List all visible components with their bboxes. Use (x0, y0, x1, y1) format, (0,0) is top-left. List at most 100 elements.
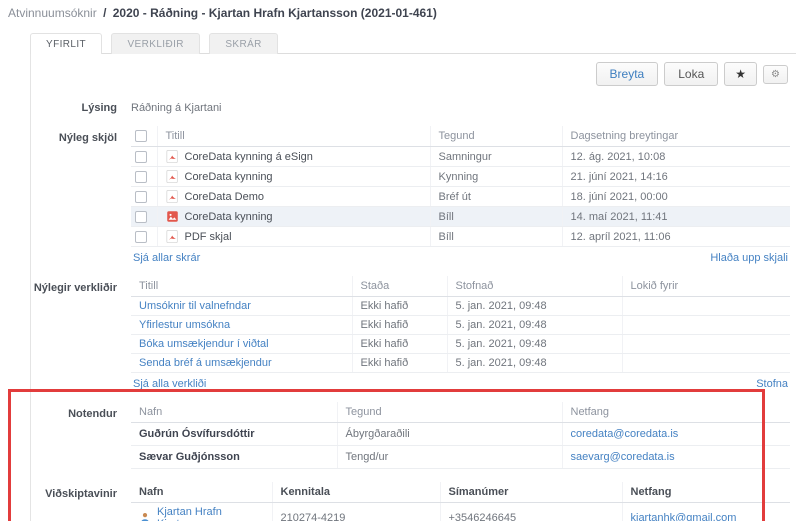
document-type: Samningur (430, 147, 562, 167)
clients-label: Viðskiptavinir (31, 482, 131, 521)
see-all-tasks-link[interactable]: Sjá alla verkliði (133, 378, 206, 390)
document-title: PDF skjal (185, 231, 232, 243)
task-status: Ekki hafið (352, 297, 447, 316)
pdf-file-icon (166, 150, 179, 163)
tasks-label: Nýlegir verkliðir (31, 276, 131, 390)
task-due (622, 316, 790, 335)
upload-file-link[interactable]: Hlaða upp skjali (710, 252, 788, 264)
document-date: 12. ág. 2021, 10:08 (562, 147, 790, 167)
documents-header-type: Tegund (430, 126, 562, 147)
main-panel: Breyta Loka ★ ⚙ Lýsing Ráðning á Kjartan… (30, 53, 796, 521)
document-checkbox[interactable] (135, 211, 147, 223)
user-name: Guðrún Ósvífursdóttir (131, 423, 337, 446)
users-section: Notendur Nafn Tegund Netfang Guðrún Ósví… (31, 402, 796, 469)
clients-section: Viðskiptavinir Nafn Kennitala Símanúmer … (31, 482, 796, 521)
user-type: Tengd/ur (337, 446, 562, 469)
tasks-section: Nýlegir verkliðir Titill Staða Stofnað L… (31, 276, 796, 390)
clients-header-name: Nafn (131, 482, 272, 503)
documents-header-title: Titill (157, 126, 430, 147)
tab-verklidir[interactable]: VERKLIÐIR (111, 33, 199, 54)
client-email-link[interactable]: kjartanhk@gmail.com (631, 512, 737, 521)
document-row: CoreData kynning á eSign Samningur 12. á… (131, 147, 790, 167)
user-email-link[interactable]: coredata@coredata.is (571, 428, 679, 440)
task-due (622, 354, 790, 373)
document-checkbox[interactable] (135, 151, 147, 163)
documents-table: Titill Tegund Dagsetning breytingar Core… (131, 126, 790, 247)
user-name: Sævar Guðjónsson (131, 446, 337, 469)
create-task-link[interactable]: Stofna (756, 378, 788, 390)
user-type: Ábyrgðaraðili (337, 423, 562, 446)
users-header-email: Netfang (562, 402, 790, 423)
clients-header-email: Netfang (622, 482, 790, 503)
task-title-link[interactable]: Umsóknir til valnefndar (139, 300, 251, 312)
edit-button[interactable]: Breyta (596, 62, 659, 86)
documents-select-all-checkbox[interactable] (135, 130, 147, 142)
tasks-header-created: Stofnað (447, 276, 622, 297)
user-email-link[interactable]: saevarg@coredata.is (571, 451, 675, 463)
users-table: Nafn Tegund Netfang Guðrún Ósvífursdótti… (131, 402, 790, 469)
task-row: Umsóknir til valnefndar Ekki hafið 5. ja… (131, 297, 790, 316)
clients-header-ssn: Kennitala (272, 482, 440, 503)
task-status: Ekki hafið (352, 354, 447, 373)
users-header-type: Tegund (337, 402, 562, 423)
image-file-icon (166, 210, 179, 223)
document-row: PDF skjal Bíll 12. apríl 2021, 11:06 (131, 227, 790, 247)
star-icon: ★ (735, 67, 746, 81)
clients-table: Nafn Kennitala Símanúmer Netfang Kjartan… (131, 482, 790, 521)
annotated-zone: Notendur Nafn Tegund Netfang Guðrún Ósví… (31, 402, 796, 521)
task-due (622, 335, 790, 354)
task-row: Senda bréf á umsækjendur Ekki hafið 5. j… (131, 354, 790, 373)
task-title-link[interactable]: Yfirlestur umsókna (139, 319, 230, 331)
document-title: CoreData kynning á eSign (185, 151, 313, 163)
close-button[interactable]: Loka (664, 62, 718, 86)
tasks-header-due: Lokið fyrir (622, 276, 790, 297)
client-name-link[interactable]: Kjartan Hrafn Kjartansson (157, 506, 264, 521)
document-date: 18. júní 2021, 00:00 (562, 187, 790, 207)
favorite-star-button[interactable]: ★ (724, 62, 757, 86)
document-checkbox[interactable] (135, 231, 147, 243)
users-header-name: Nafn (131, 402, 337, 423)
tasks-header-title: Titill (131, 276, 352, 297)
task-created: 5. jan. 2021, 09:48 (447, 354, 622, 373)
document-checkbox[interactable] (135, 191, 147, 203)
tab-bar: YFIRLIT VERKLIÐIR SKRÁR (30, 32, 796, 53)
user-row: Guðrún Ósvífursdóttir Ábyrgðaraðili core… (131, 423, 790, 446)
client-row: Kjartan Hrafn Kjartansson 210274-4219 +3… (131, 503, 790, 521)
client-ssn: 210274-4219 (272, 503, 440, 521)
tab-yfirlit[interactable]: YFIRLIT (30, 33, 102, 54)
document-type: Bíll (430, 207, 562, 227)
document-date: 12. apríl 2021, 11:06 (562, 227, 790, 247)
page-title: 2020 - Ráðning - Kjartan Hrafn Kjartanss… (113, 6, 437, 20)
gear-icon: ⚙ (771, 69, 780, 80)
document-type: Bréf út (430, 187, 562, 207)
document-row-selected: CoreData kynning Bíll 14. maí 2021, 11:4… (131, 207, 790, 227)
task-title-link[interactable]: Senda bréf á umsækjendur (139, 357, 272, 369)
task-created: 5. jan. 2021, 09:48 (447, 297, 622, 316)
breadcrumb-root-link[interactable]: Atvinnuumsóknir (8, 6, 97, 20)
documents-label: Nýleg skjöl (31, 126, 131, 264)
client-phone: +3546246645 (440, 503, 622, 521)
documents-section: Nýleg skjöl Titill Tegund Dagsetning bre… (31, 126, 796, 264)
clients-header-phone: Símanúmer (440, 482, 622, 503)
users-label: Notendur (31, 402, 131, 469)
pdf-file-icon (166, 170, 179, 183)
description-label: Lýsing (31, 96, 131, 114)
document-title: CoreData kynning (185, 211, 273, 223)
task-status: Ekki hafið (352, 335, 447, 354)
document-title: CoreData kynning (185, 171, 273, 183)
pdf-file-icon (166, 190, 179, 203)
task-row: Yfirlestur umsókna Ekki hafið 5. jan. 20… (131, 316, 790, 335)
document-date: 14. maí 2021, 11:41 (562, 207, 790, 227)
person-icon (139, 512, 151, 521)
task-status: Ekki hafið (352, 316, 447, 335)
task-title-link[interactable]: Bóka umsækjendur í viðtal (139, 338, 269, 350)
document-checkbox[interactable] (135, 171, 147, 183)
settings-gear-button[interactable]: ⚙ (763, 65, 788, 84)
description-section: Lýsing Ráðning á Kjartani (31, 96, 796, 114)
tab-skrar[interactable]: SKRÁR (209, 33, 277, 54)
see-all-files-link[interactable]: Sjá allar skrár (133, 252, 200, 264)
documents-header-date: Dagsetning breytingar (562, 126, 790, 147)
pdf-file-icon (166, 230, 179, 243)
description-value: Ráðning á Kjartani (131, 96, 790, 114)
document-date: 21. júní 2021, 14:16 (562, 167, 790, 187)
